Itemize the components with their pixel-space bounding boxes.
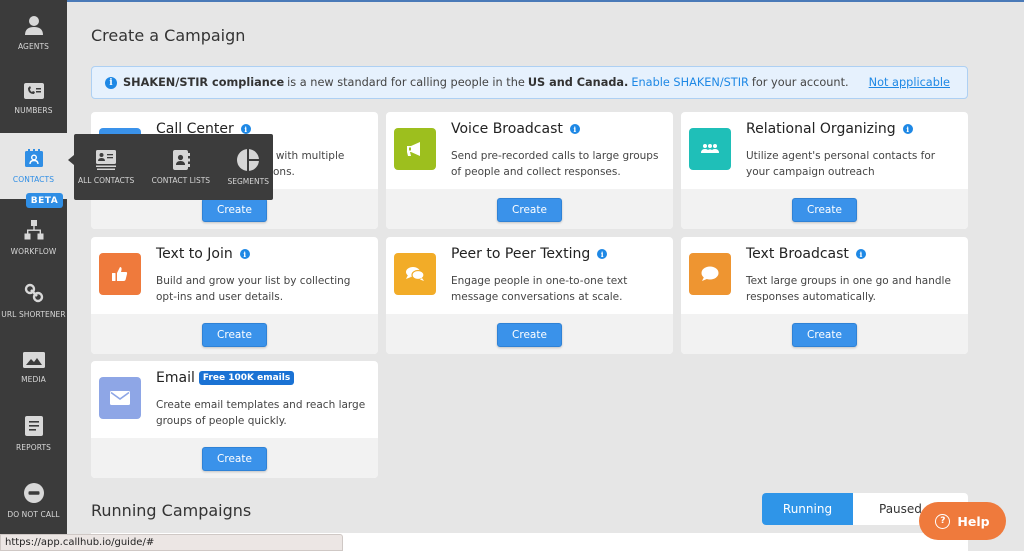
info-icon[interactable]: i bbox=[902, 124, 913, 134]
popover-item-contact-lists[interactable]: CONTACT LISTS bbox=[151, 149, 211, 185]
minus-circle-icon bbox=[23, 483, 44, 503]
sidebar-item-label: MEDIA bbox=[21, 375, 46, 384]
campaign-card-voice-broadcast: Voice Broadcast i Send pre-recorded calls… bbox=[386, 112, 673, 229]
pie-segments-icon bbox=[237, 148, 260, 171]
running-tab[interactable]: Running bbox=[762, 493, 853, 525]
address-book-icon bbox=[172, 149, 190, 170]
person-icon bbox=[24, 16, 43, 35]
create-text-to-join-button[interactable]: Create bbox=[202, 323, 267, 347]
address-card-icon bbox=[96, 149, 117, 170]
sidebar-item-label: DO NOT CALL bbox=[7, 510, 60, 519]
card-title: Text to Join i bbox=[156, 246, 250, 262]
info-icon[interactable]: i bbox=[240, 124, 251, 134]
create-voice-broadcast-button[interactable]: Create bbox=[497, 198, 562, 222]
group-icon bbox=[689, 128, 731, 170]
free-emails-badge: Free 100K emails bbox=[198, 371, 295, 385]
sidebar-item-label: URL SHORTENER bbox=[1, 310, 66, 319]
sidebar-item-numbers[interactable]: NUMBERS bbox=[0, 66, 67, 132]
popover-item-label: SEGMENTS bbox=[227, 176, 269, 186]
card-title: Relational Organizing i bbox=[746, 121, 913, 137]
card-title: Text Broadcast i bbox=[746, 246, 866, 262]
popover-item-label: ALL CONTACTS bbox=[78, 175, 135, 185]
document-icon bbox=[24, 416, 43, 436]
create-email-button[interactable]: Create bbox=[202, 447, 267, 471]
not-applicable-link[interactable]: Not applicable bbox=[869, 76, 950, 89]
megaphone-icon bbox=[394, 128, 436, 170]
campaign-card-email: Email Free 100K emails Create email templ… bbox=[91, 361, 378, 478]
question-circle-icon: ? bbox=[935, 513, 951, 529]
sidebar-item-url-shortener[interactable]: URL SHORTENER bbox=[0, 268, 67, 334]
help-label: Help bbox=[957, 513, 990, 529]
card-title-text: Text to Join bbox=[156, 246, 233, 262]
notice-text-2: for your account. bbox=[751, 76, 849, 89]
envelope-icon bbox=[99, 377, 141, 419]
card-description: Create email templates and reach large g… bbox=[156, 399, 366, 427]
image-icon bbox=[22, 352, 45, 368]
card-title-text: Voice Broadcast bbox=[451, 121, 563, 137]
sidebar-item-label: NUMBERS bbox=[14, 106, 53, 115]
phone-list-icon bbox=[23, 83, 44, 99]
create-relational-organizing-button[interactable]: Create bbox=[792, 198, 857, 222]
enable-shaken-stir-link[interactable]: Enable SHAKEN/STIR bbox=[631, 76, 749, 89]
sidebar: AGENTS NUMBERS CONTACTS BETA WORKFLOW UR… bbox=[0, 0, 67, 551]
link-icon bbox=[24, 283, 43, 303]
notice-text: is a new standard for calling people in … bbox=[287, 76, 525, 89]
info-icon[interactable]: i bbox=[569, 124, 580, 134]
workflow-icon bbox=[24, 220, 43, 240]
chat-bubbles-icon bbox=[394, 253, 436, 295]
card-title: Email Free 100K emails bbox=[156, 370, 295, 386]
sidebar-item-label: AGENTS bbox=[17, 42, 50, 51]
page-title: Create a Campaign bbox=[91, 26, 246, 45]
create-call-center-button[interactable]: Create bbox=[202, 198, 267, 222]
card-title-text: Relational Organizing bbox=[746, 121, 896, 137]
card-description: Build and grow your list by collecting o… bbox=[156, 275, 351, 303]
speech-bubble-icon bbox=[689, 253, 731, 295]
card-title: Peer to Peer Texting i bbox=[451, 246, 608, 262]
card-title-text: Email bbox=[156, 370, 195, 386]
contacts-calendar-icon bbox=[24, 149, 43, 167]
info-icon: i bbox=[105, 76, 117, 89]
campaign-card-text-broadcast: Text Broadcast i Text large groups in one… bbox=[681, 237, 968, 354]
info-icon[interactable]: i bbox=[597, 249, 608, 259]
notice-bold-region: US and Canada. bbox=[527, 76, 629, 89]
card-title-text: Text Broadcast bbox=[746, 246, 849, 262]
campaign-card-peer-to-peer-texting: Peer to Peer Texting i Engage people in o… bbox=[386, 237, 673, 354]
sidebar-item-media[interactable]: MEDIA bbox=[0, 335, 67, 401]
card-description: Text large groups in one go and handle r… bbox=[746, 275, 951, 303]
sidebar-item-workflow[interactable]: WORKFLOW bbox=[0, 205, 67, 271]
shaken-stir-notice: i SHAKEN/STIR compliance is a new standa… bbox=[91, 66, 968, 99]
notice-bold-lead: SHAKEN/STIR compliance bbox=[123, 76, 285, 89]
card-description: Utilize agent's personal contacts for yo… bbox=[746, 150, 936, 178]
contacts-popover: ALL CONTACTS CONTACT LISTS SEGMENTS bbox=[68, 134, 273, 200]
sidebar-item-reports[interactable]: REPORTS bbox=[0, 401, 67, 467]
sidebar-item-do-not-call[interactable]: DO NOT CALL bbox=[0, 468, 67, 534]
thumbs-up-icon bbox=[99, 253, 141, 295]
browser-status-url: https://app.callhub.io/guide/# bbox=[0, 534, 343, 551]
popover-item-all-contacts[interactable]: ALL CONTACTS bbox=[78, 149, 135, 185]
create-peer-to-peer-texting-button[interactable]: Create bbox=[497, 323, 562, 347]
card-description: Send pre-recorded calls to large groups … bbox=[451, 150, 659, 178]
popover-item-segments[interactable]: SEGMENTS bbox=[227, 148, 269, 186]
sidebar-item-contacts[interactable]: CONTACTS bbox=[0, 133, 67, 199]
sidebar-item-agents[interactable]: AGENTS bbox=[0, 0, 67, 66]
info-icon[interactable]: i bbox=[855, 249, 866, 259]
sidebar-item-label: CONTACTS bbox=[12, 175, 55, 184]
running-campaigns-title: Running Campaigns bbox=[91, 501, 252, 520]
popover-item-label: CONTACT LISTS bbox=[151, 175, 211, 185]
sidebar-item-label: REPORTS bbox=[15, 443, 52, 452]
card-title-text: Peer to Peer Texting bbox=[451, 246, 591, 262]
card-description: Engage people in one-to-one text message… bbox=[451, 275, 628, 303]
info-icon[interactable]: i bbox=[239, 249, 250, 259]
campaign-card-text-to-join: Text to Join i Build and grow your list b… bbox=[91, 237, 378, 354]
top-accent-line bbox=[0, 0, 1024, 2]
sidebar-item-label: WORKFLOW bbox=[10, 247, 57, 256]
create-text-broadcast-button[interactable]: Create bbox=[792, 323, 857, 347]
campaign-card-relational-organizing: Relational Organizing i Utilize agent's p… bbox=[681, 112, 968, 229]
card-title: Voice Broadcast i bbox=[451, 121, 580, 137]
help-button[interactable]: ? Help bbox=[919, 502, 1006, 540]
